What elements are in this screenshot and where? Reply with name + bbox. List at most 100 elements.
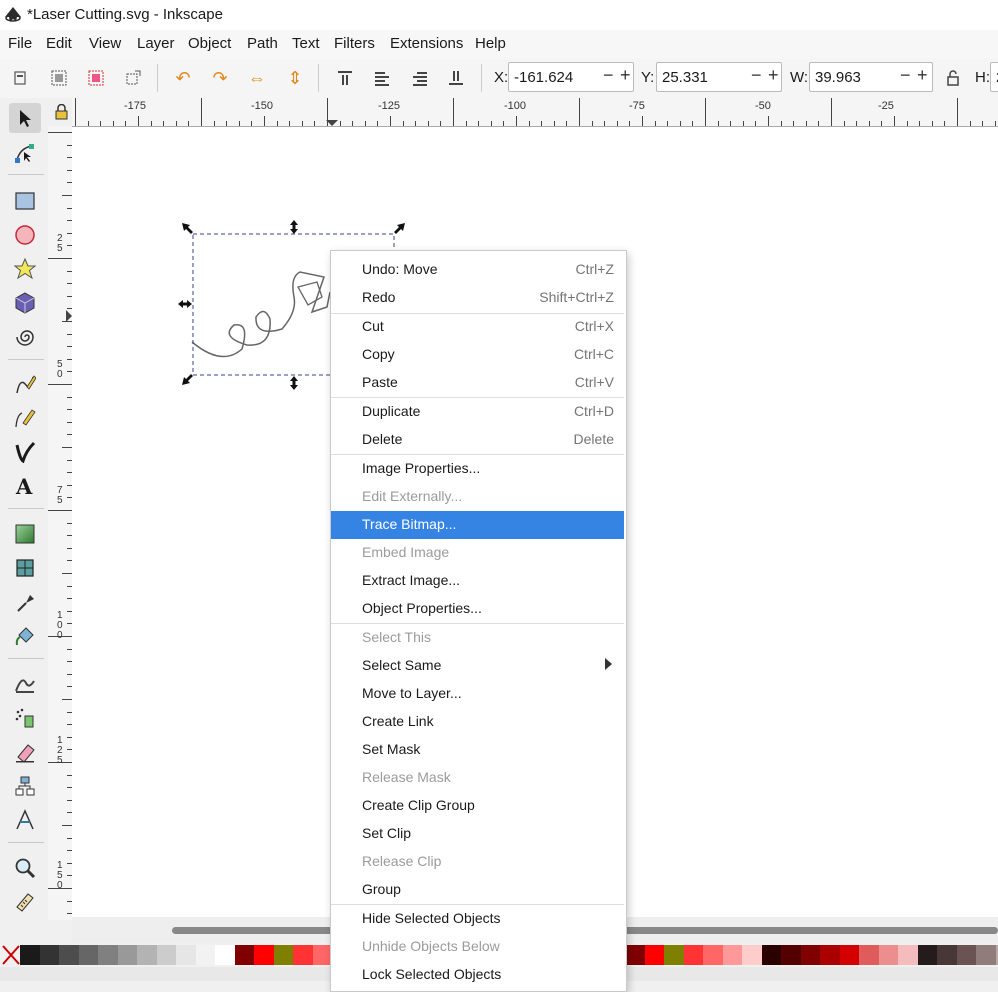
menu-item-move-to-layer[interactable]: Move to Layer... bbox=[331, 680, 624, 708]
3d-box-tool-icon[interactable] bbox=[9, 288, 41, 318]
measure-path-tool-icon[interactable] bbox=[9, 805, 41, 835]
color-swatch[interactable] bbox=[293, 945, 313, 965]
menu-item-set-mask[interactable]: Set Mask bbox=[331, 736, 624, 764]
select-all-icon[interactable] bbox=[8, 66, 32, 90]
ellipse-tool-icon[interactable] bbox=[9, 220, 41, 250]
w-spinbox[interactable]: − + bbox=[809, 62, 933, 92]
pencil-tool-icon[interactable] bbox=[9, 369, 41, 399]
w-input[interactable] bbox=[813, 68, 897, 87]
color-swatch[interactable] bbox=[118, 945, 138, 965]
menu-item-redo[interactable]: RedoShift+Ctrl+Z bbox=[331, 284, 624, 312]
select-all-in-all-layers-icon[interactable] bbox=[47, 66, 71, 90]
horizontal-ruler[interactable]: -175 -150 -125 -100 -75 -50 -25 bbox=[72, 98, 998, 127]
x-spinbox[interactable]: − + bbox=[508, 62, 634, 92]
raise-to-top-icon[interactable] bbox=[333, 66, 357, 90]
color-swatch[interactable] bbox=[859, 945, 879, 965]
node-tool-icon[interactable] bbox=[9, 138, 41, 168]
eraser-tool-icon[interactable] bbox=[9, 737, 41, 767]
menu-filters[interactable]: Filters bbox=[334, 35, 375, 52]
star-tool-icon[interactable] bbox=[9, 254, 41, 284]
menu-item-release-mask[interactable]: Release Mask bbox=[331, 764, 624, 792]
color-swatch[interactable] bbox=[235, 945, 255, 965]
color-swatch[interactable] bbox=[98, 945, 118, 965]
measure-tool-icon[interactable] bbox=[9, 887, 41, 917]
color-swatch[interactable] bbox=[840, 945, 860, 965]
rotate-cw-icon[interactable]: ↷ bbox=[208, 66, 232, 90]
menu-item-undo[interactable]: Undo: MoveCtrl+Z bbox=[331, 256, 624, 284]
menu-item-unhide-objects-below[interactable]: Unhide Objects Below bbox=[331, 933, 624, 961]
color-swatch[interactable] bbox=[723, 945, 743, 965]
color-swatch[interactable] bbox=[20, 945, 40, 965]
color-swatch[interactable] bbox=[59, 945, 79, 965]
lock-guides-icon[interactable] bbox=[54, 104, 70, 120]
color-swatch[interactable] bbox=[879, 945, 899, 965]
menu-item-select-same[interactable]: Select Same bbox=[331, 652, 624, 680]
y-increment-button[interactable]: + bbox=[768, 65, 779, 86]
flip-horizontal-icon[interactable]: ⇔ bbox=[245, 66, 269, 90]
menu-item-image-properties[interactable]: Image Properties... bbox=[331, 455, 624, 483]
y-spinbox[interactable]: − + bbox=[656, 62, 782, 92]
color-swatch[interactable] bbox=[898, 945, 918, 965]
menu-item-edit-externally[interactable]: Edit Externally... bbox=[331, 483, 624, 511]
menu-layer[interactable]: Layer bbox=[137, 35, 175, 52]
tweak-tool-icon[interactable] bbox=[9, 669, 41, 699]
spray-tool-icon[interactable] bbox=[9, 703, 41, 733]
y-input[interactable] bbox=[660, 68, 744, 87]
mesh-tool-icon[interactable] bbox=[9, 553, 41, 583]
x-increment-button[interactable]: + bbox=[620, 65, 631, 86]
x-input[interactable] bbox=[512, 68, 596, 87]
menu-item-lock-selected-objects[interactable]: Lock Selected Objects bbox=[331, 961, 624, 989]
menu-object[interactable]: Object bbox=[188, 35, 231, 52]
color-swatch[interactable] bbox=[957, 945, 977, 965]
no-paint-icon[interactable] bbox=[2, 945, 20, 965]
deselect-icon[interactable] bbox=[84, 66, 108, 90]
menu-path[interactable]: Path bbox=[247, 35, 278, 52]
color-swatch[interactable] bbox=[976, 945, 996, 965]
color-swatch[interactable] bbox=[762, 945, 782, 965]
color-swatch[interactable] bbox=[820, 945, 840, 965]
color-swatch[interactable] bbox=[645, 945, 665, 965]
menu-item-select-this[interactable]: Select This bbox=[331, 624, 624, 652]
menu-file[interactable]: File bbox=[8, 35, 32, 52]
color-swatch[interactable] bbox=[157, 945, 177, 965]
menu-extensions[interactable]: Extensions bbox=[390, 35, 463, 52]
menu-item-create-clip-group[interactable]: Create Clip Group bbox=[331, 792, 624, 820]
color-swatch[interactable] bbox=[137, 945, 157, 965]
h-input[interactable] bbox=[994, 68, 998, 87]
y-decrement-button[interactable]: − bbox=[751, 65, 762, 86]
color-swatch[interactable] bbox=[254, 945, 274, 965]
gradient-tool-icon[interactable] bbox=[9, 519, 41, 549]
color-swatch[interactable] bbox=[274, 945, 294, 965]
menu-item-hide-selected-objects[interactable]: Hide Selected Objects bbox=[331, 905, 624, 933]
dropper-tool-icon[interactable] bbox=[9, 587, 41, 617]
flip-vertical-icon[interactable]: ⇕ bbox=[283, 66, 307, 90]
color-swatch[interactable] bbox=[918, 945, 938, 965]
h-spinbox[interactable] bbox=[990, 62, 998, 92]
color-swatch[interactable] bbox=[703, 945, 723, 965]
menu-item-release-clip[interactable]: Release Clip bbox=[331, 848, 624, 876]
menu-item-object-properties[interactable]: Object Properties... bbox=[331, 595, 624, 623]
text-tool-icon[interactable]: A bbox=[9, 471, 41, 501]
menu-text[interactable]: Text bbox=[292, 35, 320, 52]
w-increment-button[interactable]: + bbox=[917, 65, 928, 86]
rectangle-tool-icon[interactable] bbox=[9, 186, 41, 216]
color-swatch[interactable] bbox=[801, 945, 821, 965]
color-swatch[interactable] bbox=[684, 945, 704, 965]
pen-tool-icon[interactable] bbox=[9, 403, 41, 433]
selected-bitmap-image[interactable] bbox=[192, 272, 330, 357]
rotate-ccw-icon[interactable]: ↶ bbox=[171, 66, 195, 90]
x-decrement-button[interactable]: − bbox=[603, 65, 614, 86]
color-swatch[interactable] bbox=[937, 945, 957, 965]
menu-item-create-link[interactable]: Create Link bbox=[331, 708, 624, 736]
calligraphy-tool-icon[interactable] bbox=[9, 437, 41, 467]
menu-item-delete[interactable]: DeleteDelete bbox=[331, 426, 624, 454]
color-swatch[interactable] bbox=[40, 945, 60, 965]
menu-item-embed-image[interactable]: Embed Image bbox=[331, 539, 624, 567]
menu-edit[interactable]: Edit bbox=[46, 35, 72, 52]
lower-icon[interactable] bbox=[408, 66, 432, 90]
menu-item-duplicate[interactable]: DuplicateCtrl+D bbox=[331, 398, 624, 426]
vertical-ruler[interactable]: 25 50 75 100 125 150 bbox=[48, 126, 73, 920]
lower-to-bottom-icon[interactable] bbox=[444, 66, 468, 90]
paint-bucket-tool-icon[interactable] bbox=[9, 621, 41, 651]
color-swatch[interactable] bbox=[196, 945, 216, 965]
